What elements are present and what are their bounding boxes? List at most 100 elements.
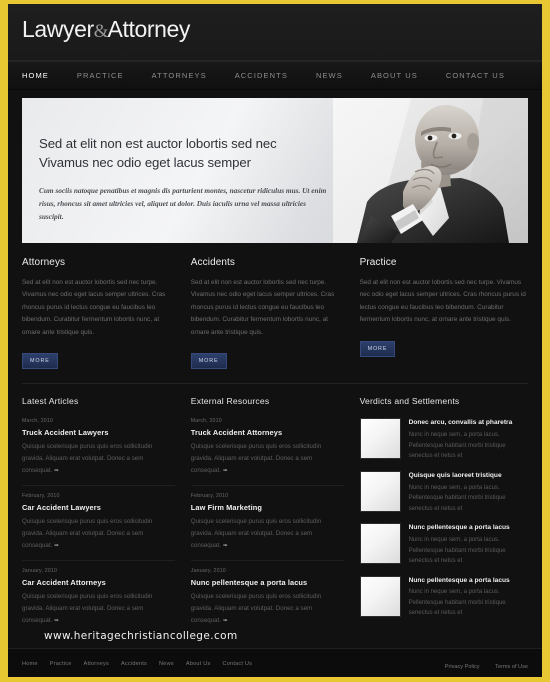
verdict-title-link[interactable]: Donec arcu, convallis at pharetra [409,418,528,428]
resource-excerpt-text: Quisque scelerisque purus quis eros soll… [190,518,322,549]
latest-articles-title: Latest Articles [22,396,79,407]
article-excerpt-text: Quisque scelerisque purus quis eros soll… [22,443,153,474]
article-date: March, 2010 [22,418,54,425]
verdict-body: Quisque quis laoreet tristique Nunc in n… [409,471,528,514]
more-button-accidents[interactable]: MORE [190,353,227,370]
read-more-arrow-icon[interactable]: ➠ [223,618,228,624]
article-title-link[interactable]: Car Accident Attorneys [22,578,175,587]
nav-item-contact-us[interactable]: CONTACT US [446,71,505,80]
logo-ampersand: & [93,21,109,42]
resource-title-link[interactable]: Law Firm Marketing [191,503,344,512]
hero-paragraph: Cum sociis natoque penatibus et magnis d… [39,186,327,221]
resource-title-link[interactable]: Nunc pellentesque a porta lacus [191,578,344,587]
site-logo[interactable]: Lawyer&Attorney [22,16,542,42]
footer-link-privacy-policy[interactable]: Privacy Policy [445,664,480,670]
article-date: January, 2010 [22,568,58,575]
verdict-body: Nunc pellentesque a porta lacus Nunc in … [409,523,528,566]
footer-links-row: Home Practice Attorneys Accidents News A… [22,655,528,673]
article-excerpt: Quisque scelerisque purus quis eros soll… [22,441,175,477]
hero-banner-wrapper: Sed at elit non est auctor lobortis sed … [8,90,542,243]
article-date: February, 2010 [22,493,60,500]
latest-articles-column: Latest Articles March, 2010 Truck Accide… [22,396,191,642]
nav-item-accidents[interactable]: ACCIDENTS [235,71,288,80]
logo-text-attorney: Attorney [107,16,191,42]
read-more-arrow-icon[interactable]: ➠ [54,468,59,474]
footer-link-terms-of-use[interactable]: Terms of Use [495,664,528,670]
list-item: Donec arcu, convallis at pharetra Nunc i… [359,418,528,461]
nav-item-attorneys[interactable]: ATTORNEYS [152,71,207,80]
footer-navigation: Home Practice Attorneys Accidents News A… [22,661,264,667]
verdict-thumbnail [359,523,401,565]
list-item: January, 2010 Car Accident Attorneys Qui… [22,568,175,635]
footer-link-attorneys[interactable]: Attorneys [84,661,109,667]
page-gold-frame: Lawyer&Attorney HOME PRACTICE ATTORNEYS … [0,0,550,682]
footer-link-contact-us[interactable]: Contact Us [222,661,252,667]
resource-title-link[interactable]: Truck Accident Attorneys [191,428,344,437]
feature-title-practice: Practice [359,257,397,268]
feature-column-accidents: Accidents Sed at elit non est auctor lob… [190,257,360,370]
lower-columns: Latest Articles March, 2010 Truck Accide… [8,384,542,642]
article-title-link[interactable]: Car Accident Lawyers [22,503,175,512]
verdict-title-link[interactable]: Quisque quis laoreet tristique [409,471,528,481]
article-title-link[interactable]: Truck Accident Lawyers [22,428,175,437]
verdict-body: Nunc pellentesque a porta lacus Nunc in … [409,576,528,619]
read-more-arrow-icon[interactable]: ➠ [223,543,228,549]
verdict-thumbnail [359,575,401,617]
external-resources-column: External Resources March, 2010 Truck Acc… [190,396,360,642]
footer-link-home[interactable]: Home [22,661,38,667]
site-footer: Home Practice Attorneys Accidents News A… [8,648,542,677]
feature-columns: Attorneys Sed at elit non est auctor lob… [8,243,542,370]
article-excerpt-text: Quisque scelerisque purus quis eros soll… [22,593,153,624]
footer-legal-links: Privacy Policy Terms of Use [434,655,528,673]
feature-column-practice: Practice Sed at elit non est auctor lobo… [359,257,528,369]
list-item: February, 2010 Law Firm Marketing Quisqu… [190,493,344,562]
footer-link-accidents[interactable]: Accidents [121,661,147,667]
list-item: January, 2010 Nunc pellentesque a porta … [191,568,344,635]
nav-item-news[interactable]: NEWS [316,71,343,80]
verdicts-column: Verdicts and Settlements Donec arcu, con… [359,396,528,642]
resource-excerpt-text: Quisque scelerisque purus quis eros soll… [190,593,322,624]
feature-body-accidents: Sed at elit non est auctor lobortis sed … [190,279,335,336]
resource-excerpt: Quisque scelerisque purus quis eros soll… [191,441,344,477]
resource-excerpt: Quisque scelerisque purus quis eros soll… [191,591,344,627]
resource-date: January, 2010 [190,568,226,575]
footer-link-news[interactable]: News [159,661,174,667]
more-button-attorneys[interactable]: MORE [22,353,58,370]
feature-body-attorneys: Sed at elit non est auctor lobortis sed … [22,279,166,336]
footer-link-practice[interactable]: Practice [50,661,72,667]
list-item: Nunc pellentesque a porta lacus Nunc in … [359,575,528,619]
read-more-arrow-icon[interactable]: ➠ [54,618,59,624]
read-more-arrow-icon[interactable]: ➠ [54,543,59,549]
hero-heading-line1: Sed at elit non est auctor lobortis sed … [39,136,277,151]
list-item: February, 2010 Car Accident Lawyers Quis… [22,493,175,562]
verdict-excerpt: Nunc in neque sem, a porta lacus. Pellen… [408,589,506,617]
hero-heading-line2: Vivamus nec odio eget lacus semper [39,155,251,171]
verdict-title-link[interactable]: Nunc pellentesque a porta lacus [409,523,528,533]
article-excerpt: Quisque scelerisque purus quis eros soll… [22,591,175,627]
more-button-practice[interactable]: MORE [359,340,396,357]
nav-item-practice[interactable]: PRACTICE [77,71,124,80]
article-excerpt-text: Quisque scelerisque purus quis eros soll… [22,518,153,549]
resource-date: February, 2010 [190,493,229,500]
feature-body-practice: Sed at elit non est auctor lobortis sed … [359,279,526,324]
external-resources-title: External Resources [190,396,270,407]
verdict-title-link[interactable]: Nunc pellentesque a porta lacus [409,576,528,586]
list-item: Quisque quis laoreet tristique Nunc in n… [359,470,528,514]
verdict-thumbnail [359,418,401,460]
website-body: Lawyer&Attorney HOME PRACTICE ATTORNEYS … [8,4,542,677]
verdict-excerpt: Nunc in neque sem, a porta lacus. Pellen… [408,432,506,460]
feature-column-attorneys: Attorneys Sed at elit non est auctor lob… [22,257,191,370]
read-more-arrow-icon[interactable]: ➠ [223,468,228,474]
hero-heading: Sed at elit non est auctor lobortis sed … [39,134,349,172]
footer-link-about-us[interactable]: About Us [186,661,211,667]
feature-title-accidents: Accidents [190,257,236,268]
nav-item-home[interactable]: HOME [22,71,49,80]
verdict-excerpt: Nunc in neque sem, a porta lacus. Pellen… [408,484,506,512]
verdict-body: Donec arcu, convallis at pharetra Nunc i… [409,418,528,461]
list-item: Nunc pellentesque a porta lacus Nunc in … [359,523,528,566]
logo-text-lawyer: Lawyer [22,16,94,42]
verdict-thumbnail [359,470,401,512]
verdicts-title: Verdicts and Settlements [359,396,460,407]
feature-title-attorneys: Attorneys [22,257,66,268]
nav-item-about-us[interactable]: ABOUT US [371,71,418,80]
